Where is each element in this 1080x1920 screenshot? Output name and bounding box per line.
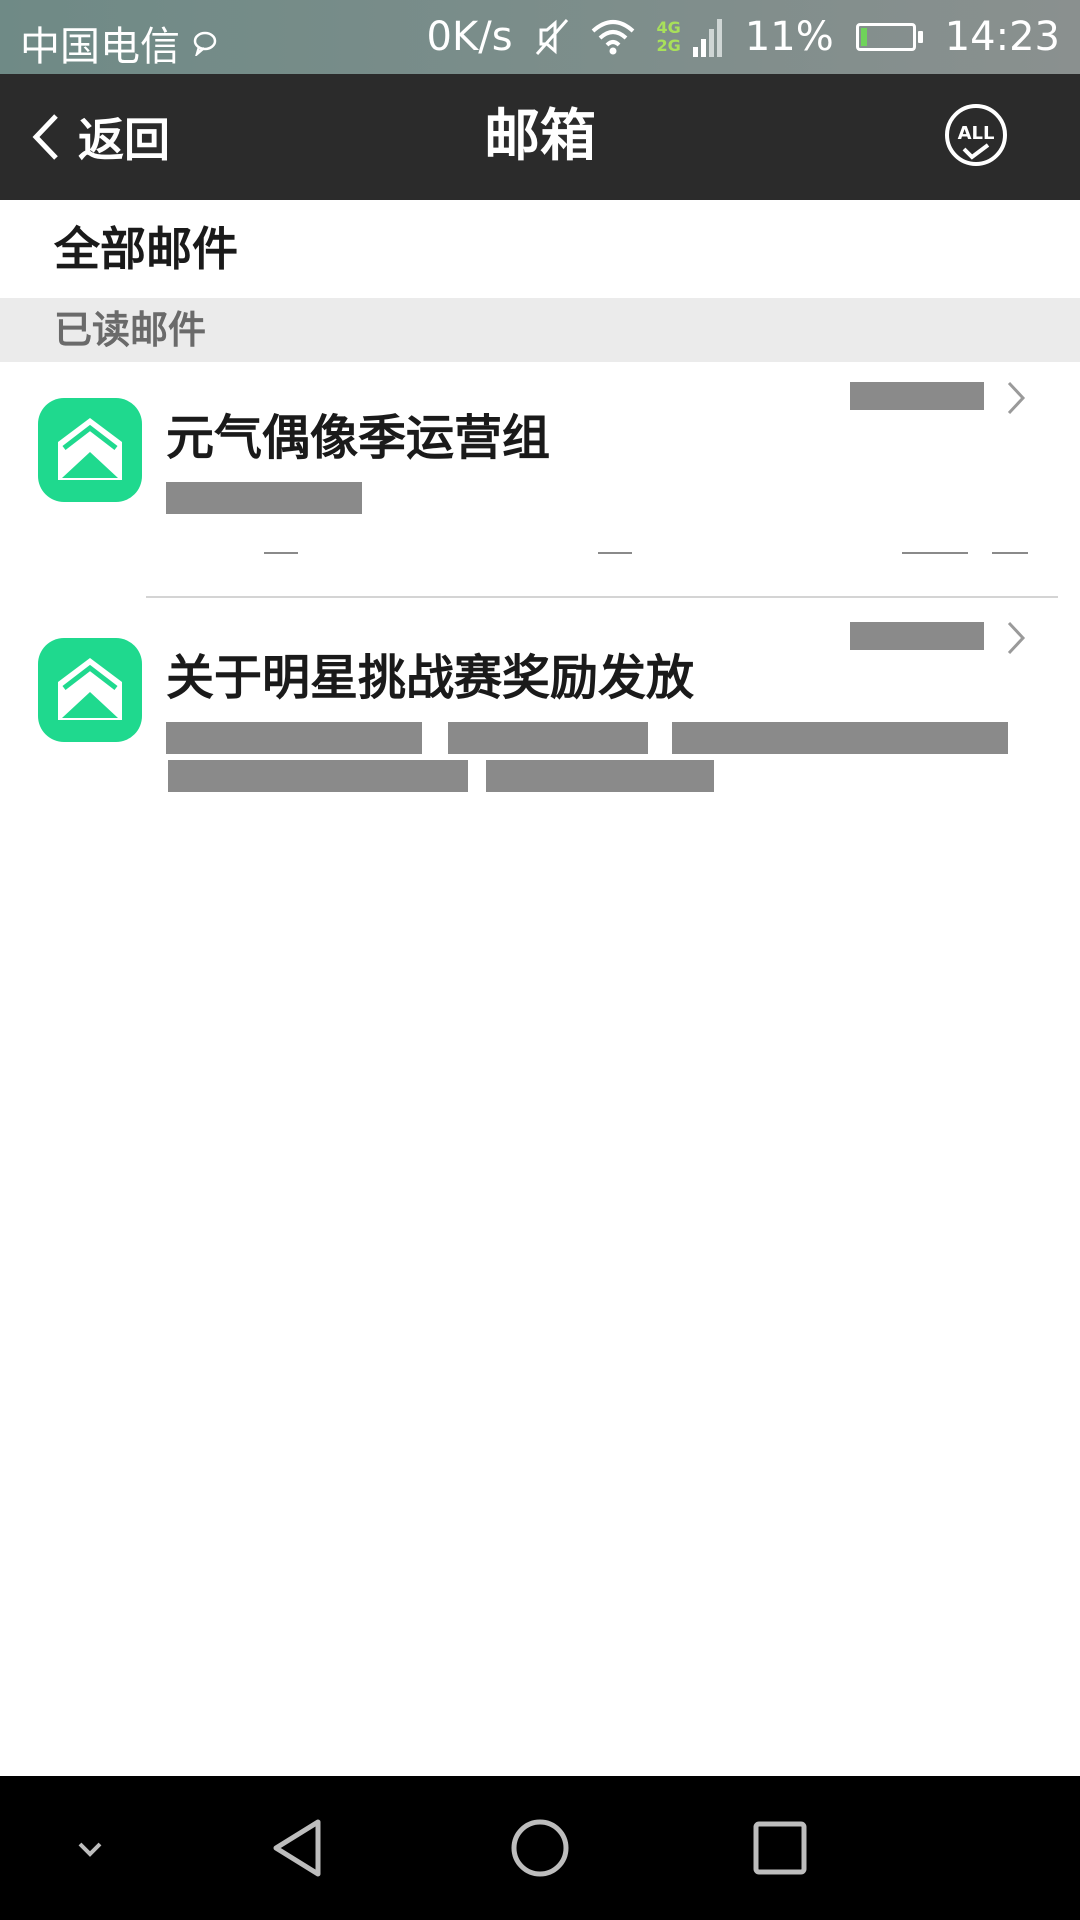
mail-preview-redacted [672, 722, 1008, 754]
all-label: ALL [958, 123, 995, 144]
network-type-2g: 2G [656, 36, 681, 55]
signal-icon [692, 19, 722, 57]
mail-date-redacted [850, 622, 984, 650]
all-mail-heading: 全部邮件 [54, 222, 238, 276]
mail-preview-redacted [448, 722, 648, 754]
battery-icon [855, 23, 923, 51]
mail-preview-fragment [598, 552, 632, 554]
message-bubble-icon [193, 31, 217, 56]
network-type-badge: 4G 2G [657, 19, 681, 55]
list-divider [146, 596, 1058, 598]
status-bar: 中国电信 0K/s 4G 2G 11% 14:23 [0, 0, 1080, 74]
network-speed: 0K/s [426, 14, 513, 60]
mail-icon [38, 638, 142, 742]
hide-nav-button[interactable] [50, 1808, 130, 1888]
mail-preview-redacted [166, 482, 362, 514]
navigation-bar [0, 1776, 1080, 1920]
battery-percent: 11% [744, 14, 834, 60]
mute-icon [535, 19, 568, 55]
read-mail-heading: 已读邮件 [54, 308, 207, 352]
page-title: 邮箱 [484, 104, 596, 169]
app-header: 返回 邮箱 ALL [0, 74, 1080, 200]
mail-preview-redacted [166, 722, 422, 754]
mail-item[interactable]: 关于明星挑战赛奖励发放 [0, 600, 1080, 810]
read-mail-section: 已读邮件 [0, 298, 1080, 362]
mail-date-redacted [850, 382, 984, 410]
recents-nav-button[interactable] [740, 1808, 820, 1888]
chevron-right-icon [1007, 621, 1026, 655]
mail-title: 关于明星挑战赛奖励发放 [166, 650, 695, 706]
home-nav-button[interactable] [500, 1808, 580, 1888]
mail-preview-redacted [168, 760, 468, 792]
wifi-icon [591, 20, 634, 55]
mail-title: 元气偶像季运营组 [166, 410, 551, 466]
carrier-name: 中国电信 [20, 24, 180, 70]
mark-all-read-button[interactable]: ALL [942, 103, 1010, 171]
network-type-4g: 4G [656, 18, 681, 37]
carrier-group: 中国电信 [20, 14, 218, 72]
status-right-group: 0K/s 4G 2G 11% 14:23 [427, 14, 1060, 60]
back-nav-button[interactable] [260, 1808, 340, 1888]
chevron-right-icon [1007, 381, 1026, 415]
mail-preview-fragment [992, 552, 1028, 554]
mail-icon [38, 398, 142, 502]
mail-preview-fragment [902, 552, 968, 554]
mail-preview-redacted [486, 760, 714, 792]
mail-item[interactable]: 元气偶像季运营组 [0, 362, 1080, 598]
clock: 14:23 [944, 14, 1060, 60]
mail-preview-fragment [264, 552, 298, 554]
